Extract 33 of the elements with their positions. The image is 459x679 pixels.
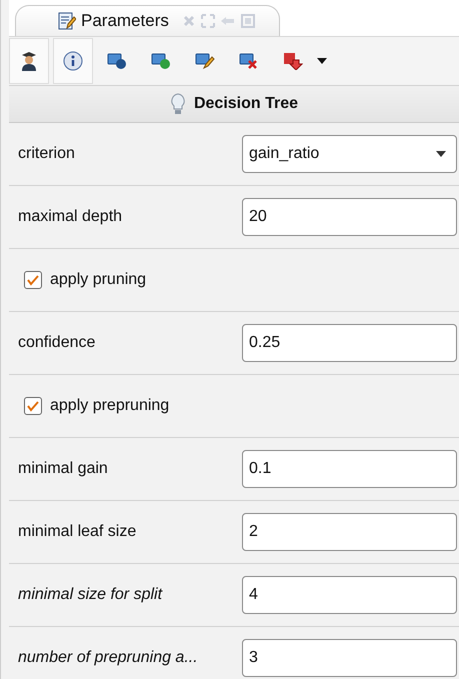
dropdown[interactable]: gain_ratio: [242, 135, 457, 173]
export-icon: [283, 52, 303, 70]
checkbox[interactable]: [24, 271, 42, 289]
graduate-icon: [21, 51, 37, 71]
parameter-label: criterion: [18, 145, 76, 163]
tab-title: Parameters: [81, 11, 169, 31]
parameter-label: number of prepruning a...: [18, 649, 199, 667]
lightbulb-icon: [170, 93, 186, 115]
toolbar-button[interactable]: [9, 38, 49, 84]
screen-icon: [151, 52, 171, 70]
input-field[interactable]: 0.25: [242, 324, 457, 362]
parameter-label: confidence: [18, 334, 96, 352]
operator-title: Decision Tree: [194, 95, 298, 113]
toolbar-button[interactable]: [53, 38, 93, 84]
edit-sheet-icon: [58, 12, 76, 30]
parameter-label: minimal gain: [18, 460, 109, 478]
input-field[interactable]: 20: [242, 198, 457, 236]
caret-icon: [436, 151, 446, 157]
parameter-label: minimal size for split: [18, 586, 164, 604]
checkbox-label: apply pruning: [50, 271, 148, 289]
checkbox[interactable]: [24, 397, 42, 415]
screen-icon: [107, 52, 127, 70]
parameter-label: maximal depth: [18, 208, 124, 226]
info-icon: [63, 51, 83, 71]
screen-icon: [195, 52, 215, 70]
caret-icon[interactable]: [317, 58, 327, 64]
input-field[interactable]: 0.1: [242, 450, 457, 488]
checkbox-label: apply prepruning: [50, 397, 170, 415]
input-field[interactable]: 2: [242, 513, 457, 551]
input-field[interactable]: 4: [242, 576, 457, 614]
parameter-label: minimal leaf size: [18, 523, 138, 541]
screen-icon: [239, 52, 259, 70]
input-field[interactable]: 3: [242, 639, 457, 677]
